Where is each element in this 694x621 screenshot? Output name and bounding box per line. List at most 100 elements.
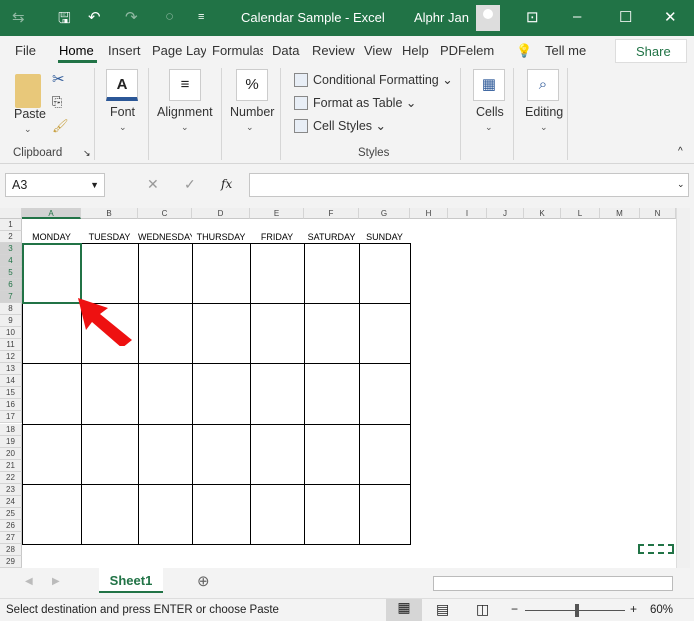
name-box[interactable]: A3 ▼ — [5, 173, 105, 197]
tab-formulas[interactable]: Formulas — [212, 43, 263, 58]
column-header[interactable]: F — [304, 208, 359, 219]
tell-me-search[interactable]: Tell me — [545, 43, 586, 58]
number-icon[interactable]: % — [236, 69, 268, 101]
row-header[interactable]: 6 — [0, 279, 22, 292]
close-icon[interactable]: ✕ — [664, 8, 677, 26]
ribbon-display-icon[interactable]: ⊡ — [526, 8, 539, 26]
cell-styles-button[interactable]: Cell Styles ⌄ — [294, 118, 386, 133]
normal-view-icon[interactable]: ▦ — [386, 599, 422, 621]
minimize-icon[interactable]: – — [573, 8, 581, 25]
paste-icon[interactable] — [15, 74, 41, 108]
cut-icon[interactable]: ✂ — [52, 70, 65, 88]
vertical-scrollbar[interactable] — [676, 208, 690, 568]
next-sheet-icon[interactable]: ▶ — [52, 576, 60, 587]
column-header[interactable]: K — [524, 208, 561, 219]
row-header[interactable]: 11 — [0, 339, 22, 352]
column-header[interactable]: N — [640, 208, 676, 219]
day-header-cell[interactable]: TUESDAY — [81, 232, 138, 242]
row-header[interactable]: 9 — [0, 315, 22, 328]
row-header[interactable]: 8 — [0, 303, 22, 316]
copy-icon[interactable]: ⎘ — [52, 94, 62, 110]
insert-function-icon[interactable]: fx — [221, 177, 232, 191]
page-layout-view-icon[interactable]: ▤ — [436, 601, 449, 618]
column-header[interactable]: M — [600, 208, 640, 219]
sheet-tab-sheet1[interactable]: Sheet1 — [99, 568, 163, 593]
row-header[interactable]: 16 — [0, 399, 22, 412]
format-painter-icon[interactable]: 🖌 — [52, 118, 69, 134]
collapse-ribbon-icon[interactable]: ^ — [678, 146, 683, 157]
row-header[interactable]: 27 — [0, 531, 22, 544]
column-header[interactable]: I — [448, 208, 487, 219]
autosave-icon[interactable]: ⇆ — [12, 8, 25, 26]
zoom-out-button[interactable]: − — [511, 602, 518, 616]
row-header[interactable]: 17 — [0, 411, 22, 424]
page-break-view-icon[interactable]: ◫ — [476, 601, 489, 618]
day-header-cell[interactable]: FRIDAY — [250, 232, 304, 242]
column-header[interactable]: D — [192, 208, 250, 219]
row-header[interactable]: 18 — [0, 423, 22, 436]
row-header[interactable]: 7 — [0, 291, 22, 304]
alignment-icon[interactable]: ≡ — [169, 69, 201, 101]
zoom-in-button[interactable]: + — [630, 602, 637, 616]
paste-button[interactable]: Paste — [14, 107, 46, 121]
user-name[interactable]: Alphr Jan — [414, 10, 469, 25]
tab-pdfelement[interactable]: PDFelem — [440, 43, 494, 58]
row-header[interactable]: 24 — [0, 495, 22, 508]
tab-page-layout[interactable]: Page Lay — [152, 43, 206, 58]
row-header[interactable]: 21 — [0, 459, 22, 472]
font-icon[interactable]: A — [106, 69, 138, 101]
conditional-formatting-button[interactable]: Conditional Formatting ⌄ — [294, 72, 453, 87]
cells-button[interactable]: Cells — [476, 105, 504, 119]
undo-icon[interactable]: ↶ — [88, 8, 101, 26]
tab-data[interactable]: Data — [272, 43, 299, 58]
tab-file[interactable]: File — [15, 43, 36, 58]
circle-icon[interactable]: ○ — [165, 8, 174, 25]
select-all-corner[interactable] — [0, 208, 22, 219]
prev-sheet-icon[interactable]: ◀ — [25, 576, 33, 587]
day-header-cell[interactable]: WEDNESDAY — [138, 232, 192, 242]
row-header[interactable]: 26 — [0, 519, 22, 532]
row-header[interactable]: 13 — [0, 363, 22, 376]
row-header[interactable]: 3 — [0, 243, 22, 256]
selected-cell-a3[interactable] — [22, 243, 82, 305]
editing-button[interactable]: Editing — [525, 105, 563, 119]
share-button[interactable]: Share — [615, 39, 687, 63]
tab-view[interactable]: View — [364, 43, 392, 58]
column-header[interactable]: B — [81, 208, 138, 219]
row-header[interactable]: 1 — [0, 219, 22, 232]
number-button[interactable]: Number — [230, 105, 274, 119]
formula-input[interactable] — [249, 173, 689, 197]
save-icon[interactable]: 🖫 — [58, 8, 71, 33]
day-header-cell[interactable]: THURSDAY — [192, 232, 250, 242]
row-header[interactable]: 29 — [0, 555, 22, 568]
day-header-cell[interactable]: MONDAY — [22, 232, 81, 242]
row-header[interactable]: 20 — [0, 447, 22, 460]
zoom-slider-thumb[interactable] — [575, 604, 579, 617]
cancel-icon[interactable]: ✕ — [147, 176, 159, 193]
column-header[interactable]: A — [22, 208, 81, 219]
worksheet-grid[interactable]: A B C D E F G H I J K L M N 1 2 3 4 5 6 7 8 9 10 11 12 13 14 15 16 17 1… — [0, 208, 676, 568]
chevron-down-icon[interactable]: ⌄ — [24, 124, 32, 135]
row-header[interactable]: 2 — [0, 231, 22, 244]
row-header[interactable]: 25 — [0, 507, 22, 520]
zoom-level[interactable]: 60% — [650, 604, 673, 616]
row-header[interactable]: 10 — [0, 327, 22, 340]
day-header-cell[interactable]: SATURDAY — [304, 232, 359, 242]
redo-icon[interactable]: ↷ — [125, 8, 138, 26]
row-header[interactable]: 19 — [0, 435, 22, 448]
row-header[interactable]: 28 — [0, 543, 22, 556]
avatar[interactable] — [476, 5, 500, 31]
row-header[interactable]: 15 — [0, 387, 22, 400]
customize-qat-icon[interactable]: ≡ — [198, 11, 204, 23]
row-header[interactable]: 23 — [0, 483, 22, 496]
horizontal-scrollbar[interactable] — [433, 576, 673, 591]
column-header[interactable]: L — [561, 208, 600, 219]
maximize-icon[interactable]: ☐ — [619, 8, 632, 26]
row-header[interactable]: 12 — [0, 351, 22, 364]
row-header[interactable]: 22 — [0, 471, 22, 484]
add-sheet-icon[interactable]: ⊕ — [197, 572, 210, 590]
row-header[interactable]: 5 — [0, 267, 22, 280]
tab-review[interactable]: Review — [312, 43, 355, 58]
column-header[interactable]: E — [250, 208, 304, 219]
column-header[interactable]: H — [410, 208, 448, 219]
